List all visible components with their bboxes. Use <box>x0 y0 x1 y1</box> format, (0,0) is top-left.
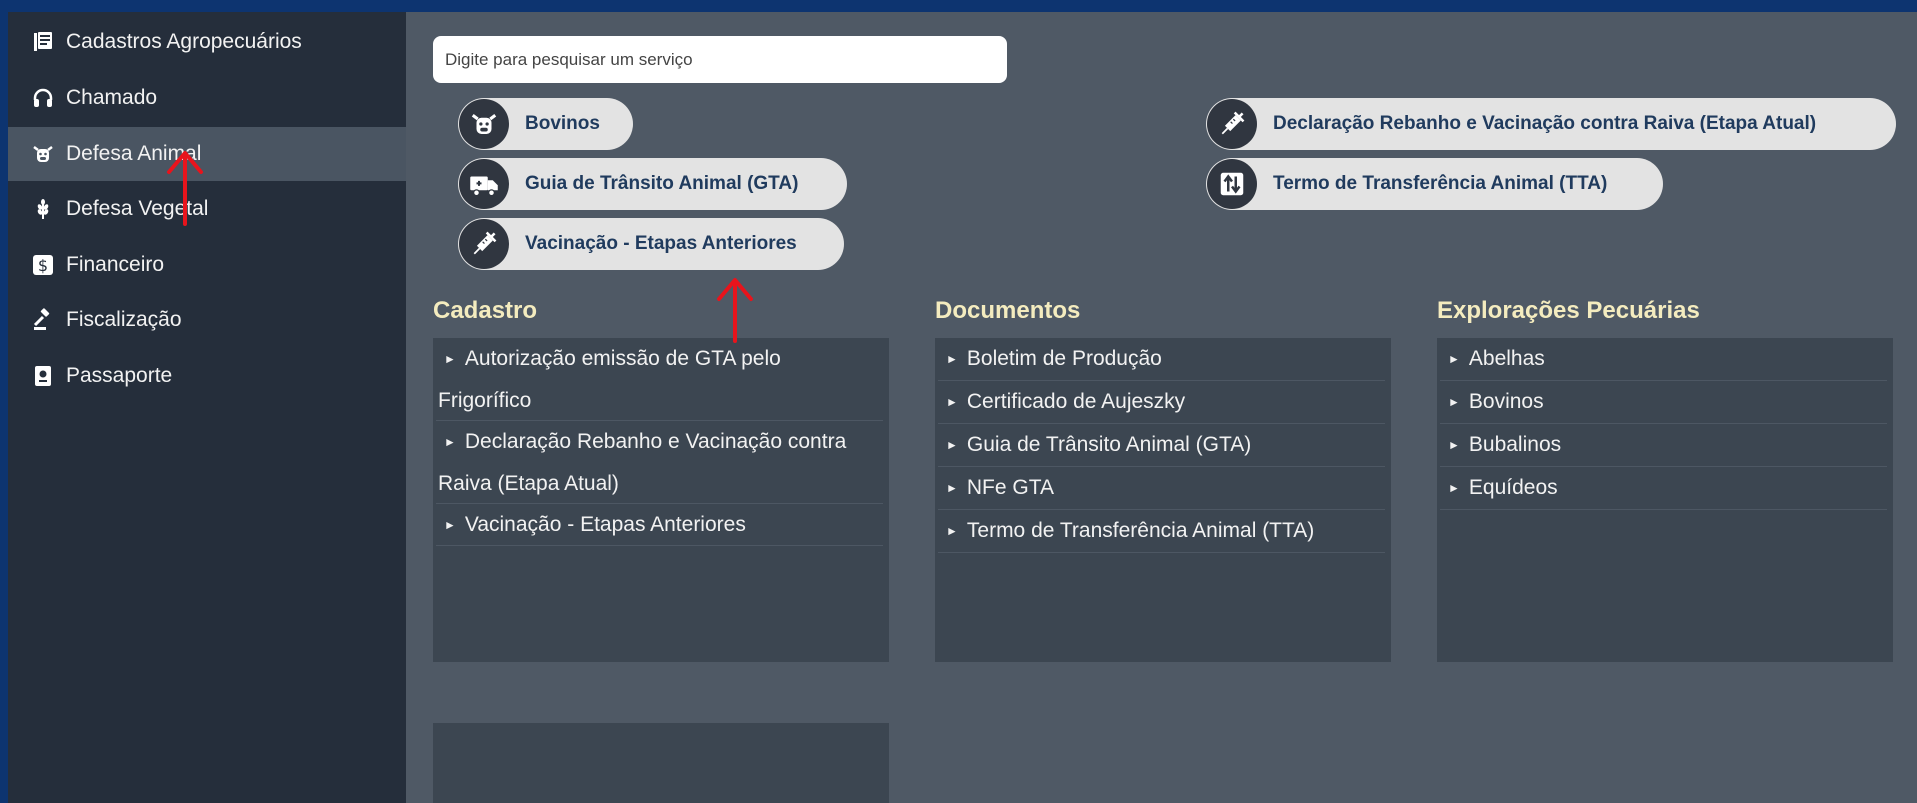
bullet-triangle-icon: ► <box>946 395 958 409</box>
list-item[interactable]: ► Abelhas <box>1440 338 1887 381</box>
cow-icon <box>28 139 58 169</box>
bullet-triangle-icon: ► <box>946 352 958 366</box>
bullet-triangle-icon: ► <box>1448 481 1460 495</box>
search-input[interactable]: Digite para pesquisar um serviço <box>433 36 1007 83</box>
quick-link-label: Termo de Transferência Animal (TTA) <box>1273 173 1608 194</box>
bullet-triangle-icon: ► <box>444 518 456 532</box>
list-item[interactable]: ► Equídeos <box>1440 467 1887 510</box>
sidebar: Cadastros Agropecuários Chamado Defesa A… <box>8 12 406 803</box>
list-item[interactable]: ► Declaração Rebanho e Vacinação contra R… <box>436 421 883 504</box>
bullet-triangle-icon: ► <box>946 524 958 538</box>
sidebar-item-defesa-vegetal[interactable]: Defesa Vegetal <box>8 182 406 236</box>
sidebar-item-passaporte[interactable]: Passaporte <box>8 349 406 403</box>
window-top-frame <box>0 0 1917 12</box>
book-icon <box>28 27 58 57</box>
section-title-documentos: Documentos <box>935 297 1081 324</box>
bullet-triangle-icon: ► <box>1448 438 1460 452</box>
sidebar-item-chamado[interactable]: Chamado <box>8 71 406 125</box>
bullet-triangle-icon: ► <box>444 352 456 366</box>
sidebar-item-label: Chamado <box>66 86 158 109</box>
panel-documentos: ► Boletim de Produção ► Certificado de Auj… <box>935 338 1391 662</box>
quick-link-label: Guia de Trânsito Animal (GTA) <box>525 173 799 194</box>
bullet-triangle-icon: ► <box>1448 395 1460 409</box>
quick-link-vacinacao-etapas-anteriores[interactable]: Vacinação - Etapas Anteriores <box>458 218 844 270</box>
sidebar-item-label: Cadastros Agropecuários <box>66 30 302 53</box>
quick-link-label: Vacinação - Etapas Anteriores <box>525 233 797 254</box>
transfer-icon <box>1207 159 1257 209</box>
syringe-icon <box>459 219 509 269</box>
truck-icon <box>459 159 509 209</box>
window-left-frame <box>0 0 8 803</box>
section-title-exploracoes: Explorações Pecuárias <box>1437 297 1700 324</box>
quick-link-gta[interactable]: Guia de Trânsito Animal (GTA) <box>458 158 847 210</box>
list-item[interactable]: ► Vacinação - Etapas Anteriores <box>436 504 883 546</box>
list-item[interactable]: ► Guia de Trânsito Animal (GTA) <box>938 424 1385 467</box>
section-title-cadastro: Cadastro <box>433 297 538 324</box>
sidebar-item-label: Defesa Vegetal <box>66 197 209 220</box>
quick-link-declaracao-rebanho[interactable]: Declaração Rebanho e Vacinação contra Ra… <box>1206 98 1896 150</box>
sidebar-item-label: Passaporte <box>66 364 173 387</box>
list-item[interactable]: ► NFe GTA <box>938 467 1385 510</box>
headset-icon <box>28 83 58 113</box>
gavel-icon <box>28 305 58 335</box>
panel-cadastro: ► Autorização emissão de GTA pelo Frigorí… <box>433 338 889 662</box>
list-item[interactable]: ► Autorização emissão de GTA pelo Frigorí… <box>436 338 883 421</box>
quick-link-label: Declaração Rebanho e Vacinação contra Ra… <box>1273 113 1817 134</box>
sidebar-item-financeiro[interactable]: $ Financeiro <box>8 238 406 292</box>
list-item[interactable]: ► Certificado de Aujeszky <box>938 381 1385 424</box>
bullet-triangle-icon: ► <box>946 438 958 452</box>
sidebar-item-fiscalizacao[interactable]: Fiscalização <box>8 293 406 347</box>
main-content: Digite para pesquisar um serviço Bovinos… <box>406 12 1917 803</box>
passport-icon <box>28 361 58 391</box>
quick-link-label: Bovinos <box>525 113 600 134</box>
list-item[interactable]: ► Termo de Transferência Animal (TTA) <box>938 510 1385 553</box>
svg-text:$: $ <box>38 256 48 275</box>
sidebar-item-cadastros-agropecuarios[interactable]: Cadastros Agropecuários <box>8 15 406 69</box>
bullet-triangle-icon: ► <box>946 481 958 495</box>
list-item[interactable]: ► Bubalinos <box>1440 424 1887 467</box>
panel-empty <box>433 723 889 803</box>
sidebar-item-label: Defesa Animal <box>66 142 202 165</box>
dollar-icon: $ <box>28 250 58 280</box>
sidebar-item-defesa-animal[interactable]: Defesa Animal <box>8 127 406 181</box>
sidebar-item-label: Financeiro <box>66 253 165 276</box>
list-item[interactable]: ► Boletim de Produção <box>938 338 1385 381</box>
search-placeholder: Digite para pesquisar um serviço <box>445 49 693 69</box>
wheat-icon <box>28 194 58 224</box>
quick-link-bovinos[interactable]: Bovinos <box>458 98 633 150</box>
bullet-triangle-icon: ► <box>444 435 456 449</box>
syringe-icon <box>1207 99 1257 149</box>
panel-exploracoes: ► Abelhas ► Bovinos ► Bubalinos ► Equídeos <box>1437 338 1893 662</box>
bullet-triangle-icon: ► <box>1448 352 1460 366</box>
quick-link-tta[interactable]: Termo de Transferência Animal (TTA) <box>1206 158 1663 210</box>
cow-icon <box>459 99 509 149</box>
sidebar-item-label: Fiscalização <box>66 308 182 331</box>
list-item[interactable]: ► Bovinos <box>1440 381 1887 424</box>
